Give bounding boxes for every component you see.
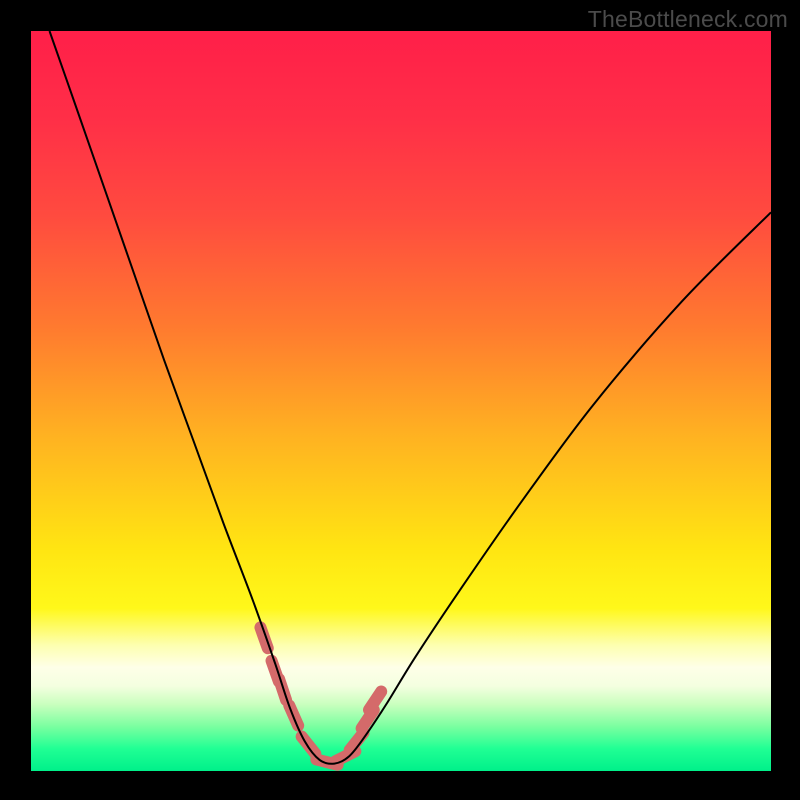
chart-stage: TheBottleneck.com [0, 0, 800, 800]
watermark-label: TheBottleneck.com [588, 6, 788, 33]
chart-background-gradient [31, 31, 771, 771]
